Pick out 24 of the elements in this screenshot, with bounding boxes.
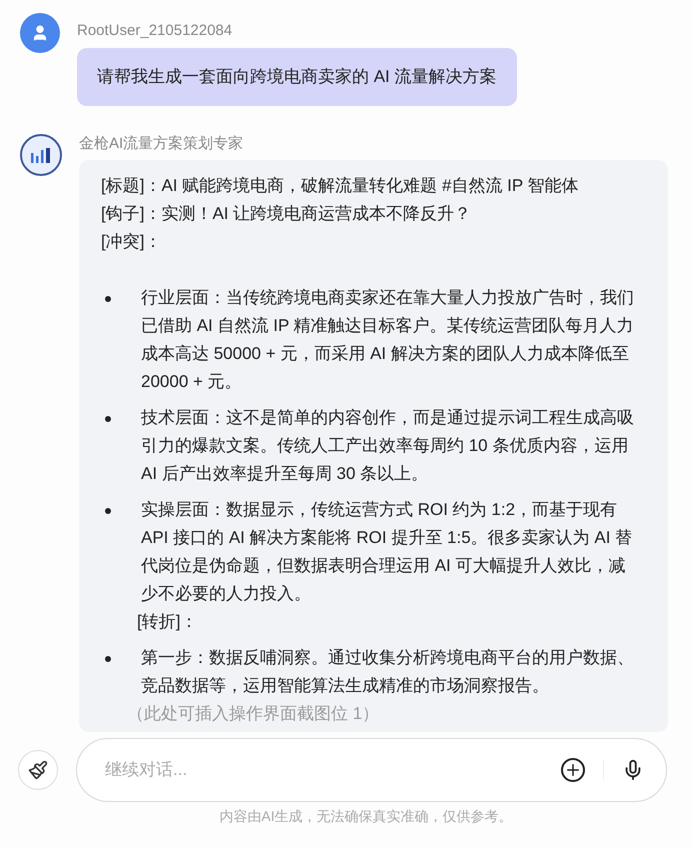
bar-chart-icon [30,147,52,163]
add-icon[interactable] [561,758,585,782]
brush-icon [28,760,48,780]
user-icon [31,24,49,42]
disclaimer-text: 内容由AI生成，无法确保真实准确，仅供参考。 [218,807,514,826]
message-line: [标题]：AI 赋能跨境电商，破解流量转化难题 #自然流 IP 智能体 [101,175,580,197]
screenshot-note: （此处可插入操作界面截图位 1） [126,703,380,725]
message-line: [钩子]：实测！AI 让跨境电商运营成本不降反升？ [101,203,472,225]
message-line: [转折]： [136,611,198,633]
bullet-text: 技术层面：这不是简单的内容创作，而是通过提示词工程生成高吸引力的爆款文案。传统人工产出效率每周约 10 条优质内容，运用 AI 后产出效率提升至每周 30 条以上。 [141,407,635,485]
message-line: [冲突]： [101,231,162,253]
bullet-text: 实操层面：数据显示，传统运营方式 ROI 约为 1:2，而基于现有 API 接口的 AI 解决方案能将 ROI 提升至 1:5。很多卖家认为 AI 替代岗位是伪命题，但数据表明合理运用 AI 可大幅提升人效比，减少不必要的人力投入。 [141,499,634,605]
bullet-icon [105,296,111,302]
chat-input-field[interactable]: 继续对话... [76,738,667,802]
bot-name: 金枪AI流量方案策划专家 [79,134,244,154]
user-name: RootUser_2105122084 [77,21,234,41]
chat-input[interactable]: 继续对话... [105,757,561,783]
bullet-text: 行业层面：当传统跨境电商卖家还在靠大量人力投放广告时，我们已借助 AI 自然流 IP 精准触达目标客户。某传统运营团队每月人力成本高达 50000 + 元，而采用 AI 解决方案的团队人力成本降低至 20000 + 元。 [141,287,635,393]
bullet-text: 第一步：数据反哺洞察。通过收集分析跨境电商平台的用户数据、竞品数据等，运用智能算法生成精准的市场洞察报告。 [141,647,635,697]
user-message-bubble: 请帮我生成一套面向跨境电商卖家的 AI 流量解决方案 [77,48,517,106]
bullet-icon [105,508,111,514]
bullet-icon [105,656,111,662]
bullet-icon [105,416,111,422]
clear-button[interactable] [18,750,58,790]
